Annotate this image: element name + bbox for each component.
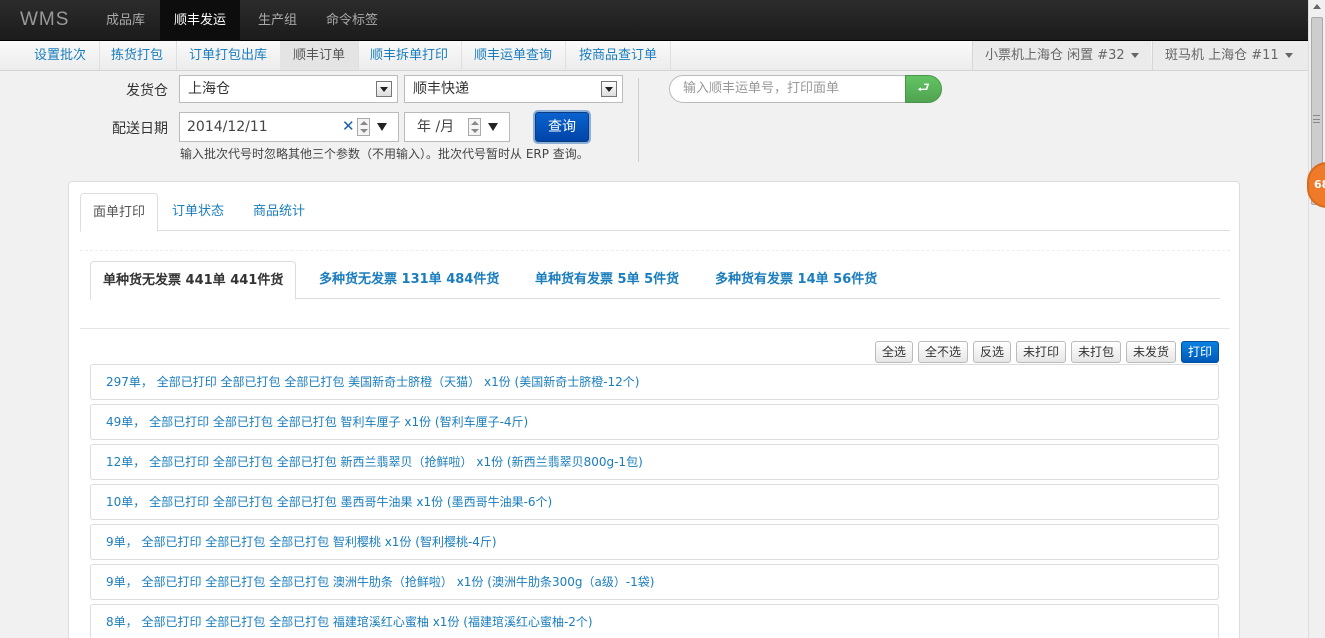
subnav-pick-pack[interactable]: 拣货打包 bbox=[98, 41, 178, 70]
list-item[interactable]: 12单， 全部已打印 全部已打包 全部已打包 新西兰翡翠贝（抢鲜啦） x1份 (… bbox=[90, 444, 1219, 480]
divider bbox=[80, 328, 1230, 329]
carrier-value: 顺丰快递 bbox=[413, 81, 469, 97]
list-item[interactable]: 10单， 全部已打印 全部已打包 全部已打包 墨西哥牛油果 x1份 (墨西哥牛油… bbox=[90, 484, 1219, 520]
subnav-sf-waybill-query[interactable]: 顺丰运单查询 bbox=[461, 41, 567, 70]
tab-multi-no-invoice[interactable]: 多种货无发票 131单 484件货 bbox=[307, 261, 511, 299]
date-dropdown-icon[interactable] bbox=[377, 123, 387, 131]
month-placeholder: 年 /月 bbox=[417, 119, 455, 135]
subnav-set-batch[interactable]: 设置批次 bbox=[21, 41, 101, 70]
zebra-printer-label: 斑马机 上海仓 #11 bbox=[1165, 48, 1279, 63]
select-all-button[interactable]: 全选 bbox=[875, 341, 913, 363]
subnav-orders-by-product[interactable]: 按商品查订单 bbox=[566, 41, 672, 70]
topnav-sf-shipping[interactable]: 顺丰发运 bbox=[160, 0, 241, 41]
topnav-production[interactable]: 生产组 bbox=[244, 0, 311, 41]
carrier-select[interactable]: 顺丰快递 bbox=[404, 75, 623, 103]
category-tabs: 单种货无发票 441单 441件货 多种货无发票 131单 484件货 单种货有… bbox=[90, 261, 1220, 300]
print-button[interactable]: 打印 bbox=[1181, 341, 1219, 363]
query-button[interactable]: 查询 bbox=[535, 112, 589, 142]
tab-multi-invoice[interactable]: 多种货有发票 14单 56件货 bbox=[703, 261, 889, 299]
tab-single-invoice[interactable]: 单种货有发票 5单 5件货 bbox=[523, 261, 691, 299]
action-buttons: 全选 全不选 反选 未打印 未打包 未发货 打印 bbox=[69, 341, 1241, 363]
clear-icon[interactable]: ✕ bbox=[342, 117, 355, 135]
list-item[interactable]: 9单， 全部已打印 全部已打包 全部已打包 智利樱桃 x1份 (智利樱桃-4斤) bbox=[90, 524, 1219, 560]
delivery-date-value: 2014/12/11 bbox=[187, 119, 268, 135]
chevron-down-icon bbox=[1284, 53, 1293, 58]
date-label: 配送日期 bbox=[112, 121, 168, 137]
subnav-sf-split-print[interactable]: 顺丰拆单打印 bbox=[357, 41, 463, 70]
sub-navbar: 设置批次 拣货打包 订单打包出库 顺丰订单 顺丰拆单打印 顺丰运单查询 按商品查… bbox=[0, 41, 1308, 71]
tab-product-stats[interactable]: 商品统计 bbox=[241, 193, 317, 231]
grip-icon bbox=[1313, 115, 1320, 123]
vertical-scrollbar[interactable] bbox=[1308, 0, 1325, 638]
list-item[interactable]: 49单， 全部已打印 全部已打包 全部已打包 智利车厘子 x1份 (智利车厘子-… bbox=[90, 404, 1219, 440]
unpacked-button[interactable]: 未打包 bbox=[1071, 341, 1121, 363]
brand-logo[interactable]: WMS bbox=[20, 9, 69, 31]
tab-order-status[interactable]: 订单状态 bbox=[160, 193, 236, 231]
unshipped-button[interactable]: 未发货 bbox=[1126, 341, 1176, 363]
receipt-printer-label: 小票机上海仓 闲置 #32 bbox=[985, 48, 1125, 63]
month-spinner[interactable] bbox=[468, 118, 481, 136]
topnav-finished-goods[interactable]: 成品库 bbox=[92, 0, 159, 41]
enter-icon[interactable]: ⮐ bbox=[905, 75, 942, 103]
subnav-sf-orders[interactable]: 顺丰订单 bbox=[280, 41, 360, 70]
unprinted-button[interactable]: 未打印 bbox=[1016, 341, 1066, 363]
top-navbar: WMS 成品库 顺丰发运 生产组 命令标签 bbox=[0, 0, 1308, 41]
tab-single-no-invoice[interactable]: 单种货无发票 441单 441件货 bbox=[90, 261, 297, 300]
chevron-down-icon bbox=[376, 81, 392, 97]
waybill-scan-input[interactable]: 输入顺丰运单号，打印面单 bbox=[669, 75, 906, 103]
topnav-command-labels[interactable]: 命令标签 bbox=[312, 0, 392, 41]
scroll-up-icon[interactable] bbox=[1313, 4, 1321, 9]
list-item[interactable]: 297单， 全部已打印 全部已打包 全部已打包 美国新奇士脐橙（天猫） x1份 … bbox=[90, 364, 1219, 400]
select-none-button[interactable]: 全不选 bbox=[918, 341, 968, 363]
month-dropdown-icon[interactable] bbox=[488, 123, 498, 131]
main-tabs: 面单打印 订单状态 商品统计 bbox=[80, 193, 1230, 232]
warehouse-value: 上海仓 bbox=[188, 81, 230, 97]
batch-hint: 输入批次代号时忽略其他三个参数（不用输入）。批次代号暂时从 ERP 查询。 bbox=[180, 147, 589, 161]
date-spinner[interactable] bbox=[357, 118, 370, 136]
invert-selection-button[interactable]: 反选 bbox=[973, 341, 1011, 363]
tab-waybill-print[interactable]: 面单打印 bbox=[80, 193, 159, 232]
subtab-container: 单种货无发票 441单 441件货 多种货无发票 131单 484件货 单种货有… bbox=[80, 250, 1230, 330]
list-item[interactable]: 9单， 全部已打印 全部已打包 全部已打包 澳洲牛肋条（抢鲜啦） x1份 (澳洲… bbox=[90, 564, 1219, 600]
subnav-order-pack-out[interactable]: 订单打包出库 bbox=[176, 41, 282, 70]
warehouse-select[interactable]: 上海仓 bbox=[179, 75, 398, 103]
list-item[interactable]: 8单， 全部已打印 全部已打包 全部已打包 福建琯溪红心蜜柚 x1份 (福建琯溪… bbox=[90, 604, 1219, 638]
chevron-down-icon bbox=[601, 81, 617, 97]
main-panel: 面单打印 订单状态 商品统计 单种货无发票 441单 441件货 多种货无发票 … bbox=[68, 181, 1240, 638]
warehouse-label: 发货仓 bbox=[126, 83, 168, 99]
receipt-printer-dropdown[interactable]: 小票机上海仓 闲置 #32 bbox=[972, 41, 1151, 70]
chevron-down-icon bbox=[1130, 53, 1139, 58]
form-divider bbox=[638, 78, 639, 162]
zebra-printer-dropdown[interactable]: 斑马机 上海仓 #11 bbox=[1152, 41, 1308, 70]
